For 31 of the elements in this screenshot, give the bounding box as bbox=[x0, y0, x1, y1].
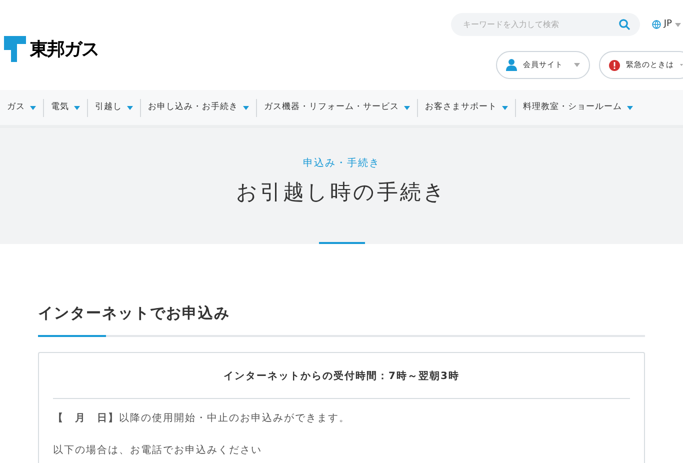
caret-icon bbox=[404, 106, 410, 110]
card-title: インターネットからの受付時間：7時～翌朝3時 bbox=[53, 368, 630, 398]
category-label: 申込み・手続き bbox=[303, 156, 380, 171]
logo-text: 東邦ガス bbox=[30, 38, 98, 62]
person-icon bbox=[506, 59, 517, 71]
nav-item[interactable]: お客さまサポート bbox=[418, 101, 515, 114]
nav-item[interactable]: 引越し bbox=[88, 101, 140, 114]
section-heading: インターネットでお申込み bbox=[38, 303, 231, 324]
nav-item[interactable]: 料理教室・ショールーム bbox=[516, 101, 640, 114]
search-icon[interactable] bbox=[618, 19, 630, 30]
caret-icon bbox=[74, 106, 80, 110]
page-title: お引越し時の手続き bbox=[236, 179, 447, 206]
nav-item[interactable]: お申し込み・お手続き bbox=[141, 101, 256, 114]
card-text: 以下の場合は、お電話でお申込みください bbox=[53, 444, 263, 458]
globe-icon bbox=[652, 20, 661, 29]
warning-icon bbox=[609, 60, 620, 70]
caret-icon bbox=[675, 22, 681, 26]
card-text: 【 月 日】以降の使用開始・中止のお申込みができます。 bbox=[53, 412, 351, 426]
nav-item[interactable]: 電気 bbox=[44, 101, 87, 114]
search-field[interactable]: キーワードを入力して検索 bbox=[450, 13, 640, 36]
nav-item[interactable]: ガス機器・リフォーム・サービス bbox=[257, 101, 417, 114]
caret-icon bbox=[680, 63, 683, 67]
caret-icon bbox=[574, 63, 580, 67]
caret-icon bbox=[127, 106, 133, 110]
caret-icon bbox=[627, 106, 633, 110]
logo-icon bbox=[4, 36, 26, 62]
language-selector[interactable]: JP bbox=[652, 18, 683, 32]
caret-icon bbox=[30, 106, 36, 110]
caret-icon bbox=[502, 106, 508, 110]
caret-icon bbox=[243, 106, 249, 110]
nav-item[interactable]: ガス bbox=[0, 101, 43, 114]
